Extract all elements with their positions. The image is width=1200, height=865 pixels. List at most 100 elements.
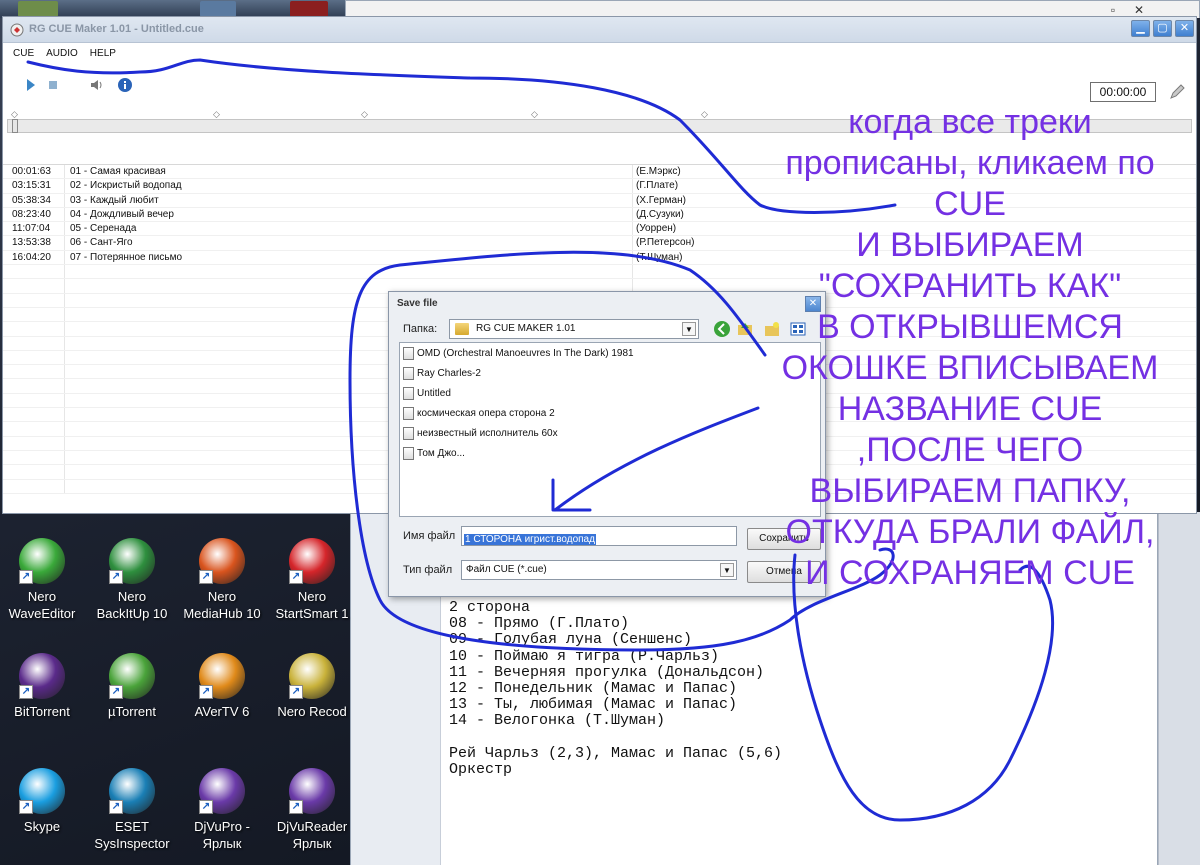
filetype-label: Тип файл <box>403 564 453 576</box>
taskbar-app-icon[interactable] <box>200 1 236 17</box>
taskbar-app-icon[interactable] <box>290 1 328 17</box>
window-title: RG CUE Maker 1.01 - Untitled.cue <box>29 23 204 35</box>
desktop-shortcut[interactable]: ↗ Nero Recod <box>266 653 358 720</box>
track-time <box>3 322 65 336</box>
slider-thumb[interactable] <box>12 119 18 133</box>
nero-backitup-icon: ↗ <box>109 538 155 584</box>
desktop-shortcut[interactable]: ↗ AVerTV 6 <box>176 653 268 720</box>
close-icon[interactable]: ✕ <box>1128 3 1150 17</box>
play-icon[interactable] <box>23 77 39 93</box>
track-title: 03 - Каждый любит <box>65 193 633 207</box>
restore-icon[interactable]: ▫ <box>1102 3 1124 17</box>
track-row[interactable]: 11:07:04 05 - Серенада (Уоррен) <box>3 222 1196 237</box>
editor-text[interactable]: 2 сторона 08 - Прямо (Г.Плато) 09 - Голуба… <box>449 599 782 778</box>
file-item[interactable]: космическая опера сторона 2 <box>400 403 820 423</box>
cancel-button[interactable]: Отмена <box>747 561 821 583</box>
track-row[interactable]: 16:04:20 07 - Потерянное письмо (Т.Шуман… <box>3 250 1196 266</box>
track-row[interactable]: 05:38:34 03 - Каждый любит (Х.Герман) <box>3 193 1196 208</box>
menu-audio[interactable]: AUDIO <box>46 48 78 59</box>
info-icon[interactable] <box>117 77 133 93</box>
djvureader-icon: ↗ <box>289 768 335 814</box>
track-row[interactable]: 13:53:38 06 - Сант-Яго (Р.Петерсон) <box>3 236 1196 251</box>
file-item[interactable]: Ray Charles-2 <box>400 363 820 383</box>
track-time: 03:15:31 <box>3 179 65 193</box>
shortcut-arrow-icon: ↗ <box>109 800 123 814</box>
desktop-shortcut[interactable]: ↗ DjVuReader Ярлык <box>266 768 358 852</box>
shortcut-label-line: DjVuPro - <box>194 819 250 834</box>
track-row[interactable]: 08:23:40 04 - Дождливый вечер (Д.Сузуки) <box>3 207 1196 223</box>
close-button[interactable]: ✕ <box>1175 20 1194 37</box>
filetype-value: Файл CUE (*.cue) <box>466 564 547 575</box>
stop-icon[interactable] <box>45 77 61 93</box>
shortcut-label-line: DjVuReader <box>276 819 348 834</box>
minimize-button[interactable]: ▁ <box>1131 20 1150 37</box>
up-folder-icon[interactable] <box>736 320 754 338</box>
shortcut-label-line: BitTorrent <box>14 704 70 719</box>
track-row[interactable]: 00:01:63 01 - Самая красивая (Е.Мэркс) <box>3 165 1196 180</box>
filename-input[interactable]: 1 СТОРОНА игрист.водопад <box>461 526 737 546</box>
track-time <box>3 265 65 279</box>
shortcut-label-line: µTorrent <box>108 704 156 719</box>
file-name: Том Джо... <box>417 447 465 459</box>
desktop-shortcut[interactable]: ↗ BitTorrent <box>0 653 88 720</box>
track-title: 01 - Самая красивая <box>65 165 633 179</box>
file-item[interactable]: OMD (Orchestral Manoeuvres In The Dark) … <box>400 343 820 363</box>
edit-pen-icon[interactable] <box>1168 83 1186 101</box>
time-display: 00:00:00 <box>1090 82 1156 102</box>
track-title: 05 - Серенада <box>65 222 633 236</box>
cue-file-icon <box>403 386 414 400</box>
shortcut-label: µTorrent <box>86 703 178 720</box>
folder-select[interactable]: RG CUE MAKER 1.01 ▼ <box>449 319 699 339</box>
volume-icon[interactable] <box>89 77 105 93</box>
menu-help[interactable]: HELP <box>90 48 116 59</box>
desktop-shortcut[interactable]: ↗ ESET SysInspector <box>86 768 178 852</box>
track-time: 05:38:34 <box>3 193 65 207</box>
filetype-select[interactable]: Файл CUE (*.cue) ▼ <box>461 560 737 580</box>
taskbar-app-icon[interactable] <box>18 1 58 17</box>
shortcut-label-line: Ярлык <box>202 836 242 851</box>
shortcut-arrow-icon: ↗ <box>109 685 123 699</box>
avertv-icon: ↗ <box>199 653 245 699</box>
track-time <box>3 279 65 293</box>
maximize-button[interactable]: ▢ <box>1153 20 1172 37</box>
dialog-close-button[interactable]: ✕ <box>805 296 821 312</box>
shortcut-label-line: SysInspector <box>94 836 170 851</box>
track-time <box>3 479 65 493</box>
position-slider[interactable] <box>7 119 1192 133</box>
editor-line: 09 - Голубая луна (Сеншенс) <box>449 631 693 649</box>
cue-file-icon <box>403 346 414 360</box>
desktop-shortcut[interactable]: ↗ Nero MediaHub 10 <box>176 538 268 622</box>
shortcut-label-line: WaveEditor <box>8 606 76 621</box>
skype-icon: ↗ <box>19 768 65 814</box>
track-time <box>3 293 65 307</box>
desktop-shortcut[interactable]: ↗ Nero StartSmart 1 <box>266 538 358 622</box>
desktop-shortcut[interactable]: ↗ DjVuPro - Ярлык <box>176 768 268 852</box>
track-performer: (Р.Петерсон) <box>636 237 695 249</box>
editor-scrollbar[interactable] <box>1158 512 1200 865</box>
file-item[interactable]: неизвестный исполнитель 60х <box>400 423 820 443</box>
track-row[interactable]: 03:15:31 02 - Искристый водопад (Г.Плате… <box>3 179 1196 194</box>
track-row-empty[interactable] <box>3 265 1196 280</box>
desktop-shortcut[interactable]: ↗ Nero WaveEditor <box>0 538 88 622</box>
title-bar[interactable]: RG CUE Maker 1.01 - Untitled.cue ▁ ▢ ✕ <box>3 17 1196 43</box>
editor-line: 10 - Поймаю я тигра (Р.Чарльз) <box>449 647 720 665</box>
back-icon[interactable] <box>713 320 731 338</box>
waveform-area[interactable] <box>3 135 1196 165</box>
save-button[interactable]: Сохранить <box>747 528 821 550</box>
desktop-shortcut[interactable]: ↗ µTorrent <box>86 653 178 720</box>
file-item[interactable]: Untitled <box>400 383 820 403</box>
new-folder-icon[interactable] <box>763 320 781 338</box>
menu-cue[interactable]: CUE <box>13 48 34 59</box>
desktop-shortcut[interactable]: ↗ Nero BackItUp 10 <box>86 538 178 622</box>
track-performer: (Е.Мэркс) <box>636 166 681 177</box>
filename-label: Имя файл <box>403 530 456 542</box>
chevron-down-icon[interactable]: ▼ <box>720 563 734 577</box>
track-performer <box>633 265 753 278</box>
file-item[interactable]: Том Джо... <box>400 443 820 463</box>
shortcut-arrow-icon: ↗ <box>199 800 213 814</box>
editor-line: 2 сторона <box>449 599 531 616</box>
shortcut-arrow-icon: ↗ <box>199 570 213 584</box>
chevron-down-icon[interactable]: ▼ <box>682 322 696 336</box>
view-menu-icon[interactable] <box>789 320 807 338</box>
desktop-shortcut[interactable]: ↗ Skype <box>0 768 88 835</box>
